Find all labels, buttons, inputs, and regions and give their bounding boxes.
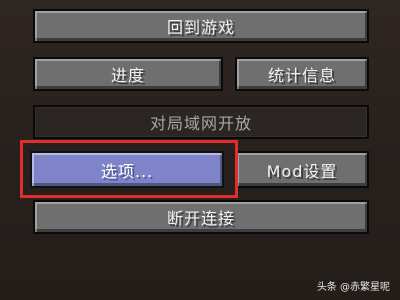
advancements-label: 进度 <box>110 66 145 85</box>
options-highlight-box <box>20 140 238 198</box>
open-to-lan-button: 对局域网开放 <box>33 105 369 139</box>
watermark: 头条 @赤繁星呢 <box>316 282 390 293</box>
back-to-game-button[interactable]: 回到游戏 <box>33 9 369 43</box>
statistics-label: 统计信息 <box>267 66 336 85</box>
mod-settings-label: Mod设置 <box>266 161 338 181</box>
disconnect-label: 断开连接 <box>166 209 235 228</box>
advancements-button[interactable]: 进度 <box>33 57 223 91</box>
disconnect-button[interactable]: 断开连接 <box>33 200 369 234</box>
open-to-lan-label: 对局域网开放 <box>149 114 252 133</box>
statistics-button[interactable]: 统计信息 <box>235 57 369 91</box>
mod-settings-button[interactable]: Mod设置 <box>235 151 369 188</box>
back-to-game-label: 回到游戏 <box>166 18 235 37</box>
